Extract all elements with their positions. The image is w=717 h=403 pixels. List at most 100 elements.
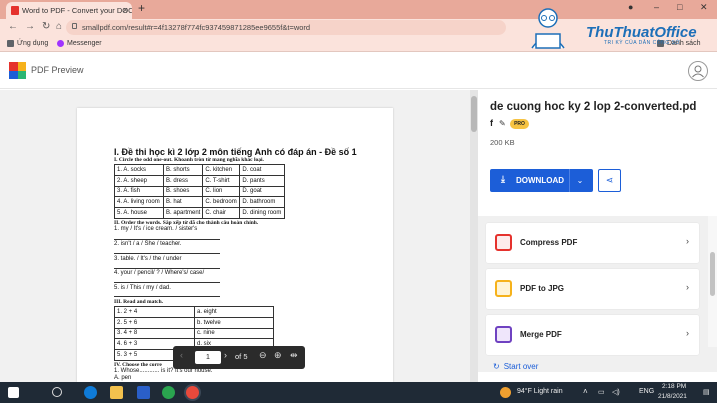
page-number-input[interactable]: 1 bbox=[195, 351, 221, 364]
scroll-thumb[interactable] bbox=[710, 252, 715, 296]
apps-grid-icon bbox=[7, 40, 14, 47]
tool-pdf-to-jpg[interactable]: PDF to JPG › bbox=[486, 269, 699, 309]
facebook-icon[interactable]: f bbox=[490, 118, 493, 128]
search-icon[interactable] bbox=[52, 387, 62, 397]
windows-start-icon[interactable] bbox=[8, 387, 19, 398]
file-panel: de cuong hoc ky 2 lop 2-converted.pd f ✎… bbox=[478, 90, 717, 382]
user-icon[interactable] bbox=[688, 61, 708, 81]
section-heading: III. Read and match. bbox=[114, 299, 164, 305]
smallpdf-favicon-icon bbox=[11, 6, 19, 15]
chevron-right-icon: › bbox=[686, 328, 689, 338]
forward-icon[interactable]: → bbox=[25, 21, 35, 32]
clock-time[interactable]: 2:18 PM bbox=[662, 383, 686, 390]
pdf-page: I. Đề thi học kì 2 lớp 2 môn tiếng Anh c… bbox=[77, 108, 393, 382]
weather-text[interactable]: 94°F Light rain bbox=[517, 388, 563, 395]
document-heading: I. Đề thi học kì 2 lớp 2 môn tiếng Anh c… bbox=[114, 147, 357, 157]
pro-badge: PRO bbox=[510, 119, 529, 129]
table-row: 1. 2 + 4 a. eight bbox=[114, 306, 274, 318]
download-icon: ⤓ bbox=[501, 174, 505, 184]
tool-label: Merge PDF bbox=[520, 330, 562, 339]
notifications-icon[interactable]: ▤ bbox=[703, 388, 710, 396]
smallpdf-logo-icon[interactable] bbox=[9, 62, 26, 79]
address-bar[interactable]: smallpdf.com/result#r=4f13278f774fc93745… bbox=[66, 20, 506, 35]
reload-icon[interactable]: ↻ bbox=[42, 21, 50, 32]
file-explorer-icon[interactable] bbox=[110, 386, 123, 399]
tool-label: Compress PDF bbox=[520, 238, 578, 247]
tools-list: Compress PDF › PDF to JPG › Merge PDF › bbox=[478, 216, 717, 372]
windows-taskbar: 94°F Light rain ˄ ▭ ◁) ENG 2:18 PM 21/8/… bbox=[0, 382, 717, 403]
back-icon[interactable]: ← bbox=[8, 21, 18, 32]
edge-icon[interactable] bbox=[84, 386, 97, 399]
share-button[interactable]: ⋖ bbox=[598, 169, 621, 192]
network-icon[interactable]: ▭ bbox=[598, 388, 605, 396]
table-row: 2. 5 + 6 b. twelve bbox=[114, 316, 274, 329]
answer-line bbox=[114, 239, 220, 240]
word-icon[interactable] bbox=[137, 386, 150, 399]
zoom-out-icon[interactable]: ⊖ bbox=[259, 350, 267, 361]
table-row: 5. A. house B. apartment C. chair D. dining… bbox=[114, 207, 286, 219]
app-title: PDF Preview bbox=[31, 65, 84, 75]
order-line: 1. my / It's / ice cream. / sister's bbox=[114, 226, 198, 232]
file-size: 200 KB bbox=[490, 138, 515, 147]
table-row: 1. A. socks B. shorts C. kitchen D. coat bbox=[114, 164, 286, 176]
jpg-icon bbox=[495, 280, 512, 297]
order-line: 2. isn't / a / She / teacher. bbox=[114, 241, 182, 247]
table-row: 3. A. fish B. shoes C. lion D. goat bbox=[114, 185, 286, 198]
volume-icon[interactable]: ◁) bbox=[612, 388, 620, 396]
file-name: de cuong hoc ky 2 lop 2-converted.pd bbox=[490, 101, 697, 113]
bookmark-label: Messenger bbox=[67, 40, 102, 47]
messenger-icon bbox=[57, 40, 64, 47]
merge-icon bbox=[495, 326, 512, 343]
browser-tab[interactable]: Word to PDF - Convert your DOC × bbox=[6, 2, 132, 19]
close-tab-icon[interactable]: × bbox=[123, 5, 128, 15]
prev-page-button[interactable]: ‹ bbox=[180, 350, 183, 360]
watermark-brand: ThuThuatOffice bbox=[586, 24, 697, 41]
fit-width-icon[interactable]: ⇹ bbox=[290, 350, 298, 361]
bookmark-messenger[interactable]: Messenger bbox=[57, 40, 102, 47]
page-navigator: ‹ 1 › of 5 ⊖ ⊕ ⇹ bbox=[173, 346, 305, 369]
chevron-right-icon: › bbox=[686, 236, 689, 246]
order-line: 4. your / pencil/ ? / Where's/ case/ bbox=[114, 270, 205, 276]
bookmark-label: Ứng dụng bbox=[17, 40, 49, 47]
next-page-button[interactable]: › bbox=[224, 350, 227, 360]
table-row: 4. A. living room B. hat C. bedroom D. bath… bbox=[114, 196, 286, 209]
chevron-right-icon: › bbox=[686, 282, 689, 292]
refresh-icon: ↻ bbox=[493, 362, 500, 371]
thuthuatoffice-watermark: ThuThuatOffice TRI KỲ CỦA DÂN CÔNG SỞ bbox=[518, 4, 714, 50]
watermark-tagline: TRI KỲ CỦA DÂN CÔNG SỞ bbox=[604, 40, 681, 46]
chrome-icon[interactable] bbox=[186, 386, 199, 399]
answer-line bbox=[114, 268, 220, 269]
viewer-scrollbar[interactable] bbox=[470, 90, 478, 382]
compress-icon bbox=[495, 234, 512, 251]
odd-one-out-table: 1. A. socks B. shorts C. kitchen D. coat 2.… bbox=[114, 164, 286, 219]
tab-title: Word to PDF - Convert your DOC bbox=[22, 6, 132, 15]
start-over-link[interactable]: ↻ Start over bbox=[493, 362, 538, 371]
panel-scrollbar[interactable] bbox=[708, 216, 717, 347]
home-icon[interactable]: ⌂ bbox=[56, 21, 62, 32]
tray-chevron-icon[interactable]: ˄ bbox=[583, 387, 588, 396]
mascot-logo bbox=[531, 8, 565, 49]
section-heading: I. Circle the odd one-out. Khoanh tròn t… bbox=[114, 157, 264, 163]
download-label: DOWNLOAD bbox=[516, 176, 564, 185]
new-tab-button[interactable]: + bbox=[138, 1, 145, 15]
answer-line bbox=[114, 296, 220, 297]
start-over-label: Start over bbox=[503, 362, 539, 371]
scroll-thumb[interactable] bbox=[471, 96, 477, 132]
download-options-chevron-icon[interactable]: ⌄ bbox=[569, 169, 590, 192]
app-header: PDF Preview bbox=[0, 53, 717, 89]
tool-merge-pdf[interactable]: Merge PDF › bbox=[486, 315, 699, 355]
clock-date[interactable]: 21/8/2021 bbox=[658, 393, 687, 400]
zoom-in-icon[interactable]: ⊕ bbox=[274, 350, 282, 361]
language-indicator[interactable]: ENG bbox=[639, 388, 654, 395]
url-text: smallpdf.com/result#r=4f13278f774fc93745… bbox=[82, 23, 311, 32]
page-count: of 5 bbox=[235, 352, 248, 361]
table-row: 2. A. sheep B. dress C. T-shirt D. pants bbox=[114, 174, 286, 187]
tool-label: PDF to JPG bbox=[520, 284, 565, 293]
edit-pencil-icon[interactable]: ✎ bbox=[499, 119, 506, 128]
order-line: 5. is / This / my / dad. bbox=[114, 285, 171, 291]
weather-icon bbox=[500, 387, 511, 398]
zalo-icon[interactable] bbox=[162, 386, 175, 399]
bookmark-apps[interactable]: Ứng dụng bbox=[7, 40, 48, 47]
table-row: 3. 4 + 8 c. nine bbox=[114, 327, 274, 340]
tool-compress-pdf[interactable]: Compress PDF › bbox=[486, 223, 699, 263]
